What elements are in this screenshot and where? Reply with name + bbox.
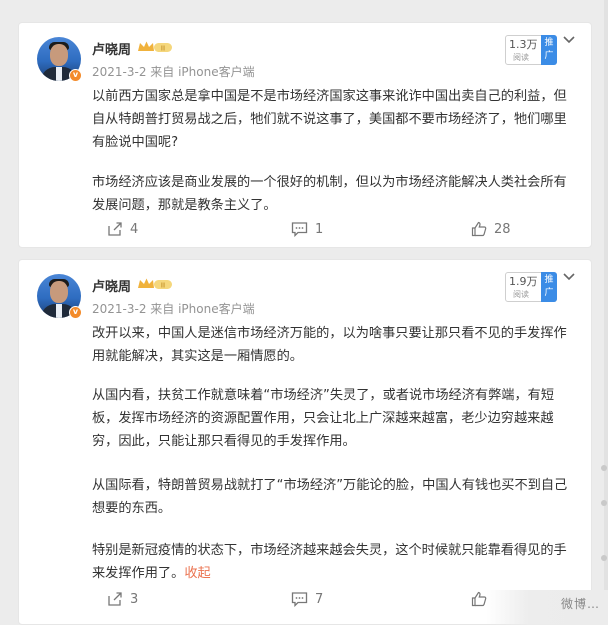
thumbs-up-icon [471,221,487,237]
post-paragraph: 改开以来，中国人是迷信市场经济万能的，以为啥事只要让那只看不见的手发挥作用就能解… [92,326,567,364]
post-paragraph: 从国内看，扶贫工作就意味着“市场经济”失灵了，或者说市场经济有弊端，有短板，发挥… [92,388,555,449]
like-button[interactable]: 28 [471,221,511,237]
scroll-dot-icon [601,500,607,506]
member-crown-icon[interactable]: II [137,40,173,54]
watermark-text: 微博… [560,597,600,611]
post-paragraph: 以前西方国家总是拿中国是不是市场经济国家这事来讹诈中国出卖自己的利益，但自从特朗… [92,89,567,150]
verified-badge-icon: v [69,69,82,82]
promote-button[interactable]: 推广 [541,35,557,65]
comment-button[interactable]: 7 [291,591,323,607]
views-label: 阅读 [513,290,529,299]
views-counter[interactable]: 1.9万 阅读 推广 [505,272,557,302]
weibo-post: v 卢晓周 II 2021-3-2 来自 iPhone客户端 1.9万 阅读 推… [18,259,592,625]
scroll-dot-icon [601,555,607,561]
comment-count: 1 [315,221,324,237]
views-counter[interactable]: 1.3万 阅读 推广 [505,35,557,65]
thumbs-up-icon [471,591,487,607]
views-count: 1.3万 [509,38,538,51]
repost-button[interactable]: 3 [107,591,138,607]
repost-icon [108,592,122,606]
action-bar: 4 1 28 [19,221,591,241]
author-name[interactable]: 卢晓周 [92,276,131,295]
comment-count: 7 [315,591,324,607]
repost-count: 3 [130,591,139,607]
weibo-post: v 卢晓周 II 2021-3-2 来自 iPhone客户端 1.3万 阅读 推… [18,22,592,248]
post-paragraph: 市场经济应该是商业发展的一个很好的机制，但以为市场经济能解决人类社会所有发展问题… [92,175,567,213]
repost-button[interactable]: 4 [107,221,138,237]
author-name[interactable]: 卢晓周 [92,39,131,58]
like-count: 28 [494,221,511,237]
svg-text:II: II [161,281,165,289]
member-crown-icon[interactable]: II [137,277,173,291]
comment-button[interactable]: 1 [291,221,323,237]
post-paragraph-last: 特别是新冠疫情的状态下，市场经济越来越会失灵，这个时候就只能靠看得见的手来发挥作… [92,539,579,585]
collapse-link[interactable]: 收起 [184,566,210,581]
post-paragraph: 从国际看，特朗普贸易战就打了“市场经济”万能论的脸，中国人有钱也买不到自己想要的… [92,478,568,516]
post-meta: 2021-3-2 来自 iPhone客户端 [92,302,255,316]
promote-button[interactable]: 推广 [541,272,557,302]
comment-icon [291,592,308,607]
chevron-down-icon[interactable] [563,272,575,282]
views-label: 阅读 [513,53,529,62]
repost-icon [108,222,122,236]
watermark-overlay: 微博… [486,590,608,625]
verified-badge-icon: v [69,306,82,319]
comment-icon [291,222,308,237]
scrollbar[interactable] [604,0,608,625]
post-meta: 2021-3-2 来自 iPhone客户端 [92,65,255,79]
views-count: 1.9万 [509,275,538,288]
scroll-dot-icon [601,465,607,471]
post-paragraph: 特别是新冠疫情的状态下，市场经济越来越会失灵，这个时候就只能靠看得见的手来发挥作… [92,543,567,581]
repost-count: 4 [130,221,139,237]
svg-text:II: II [161,44,165,52]
chevron-down-icon[interactable] [563,35,575,45]
